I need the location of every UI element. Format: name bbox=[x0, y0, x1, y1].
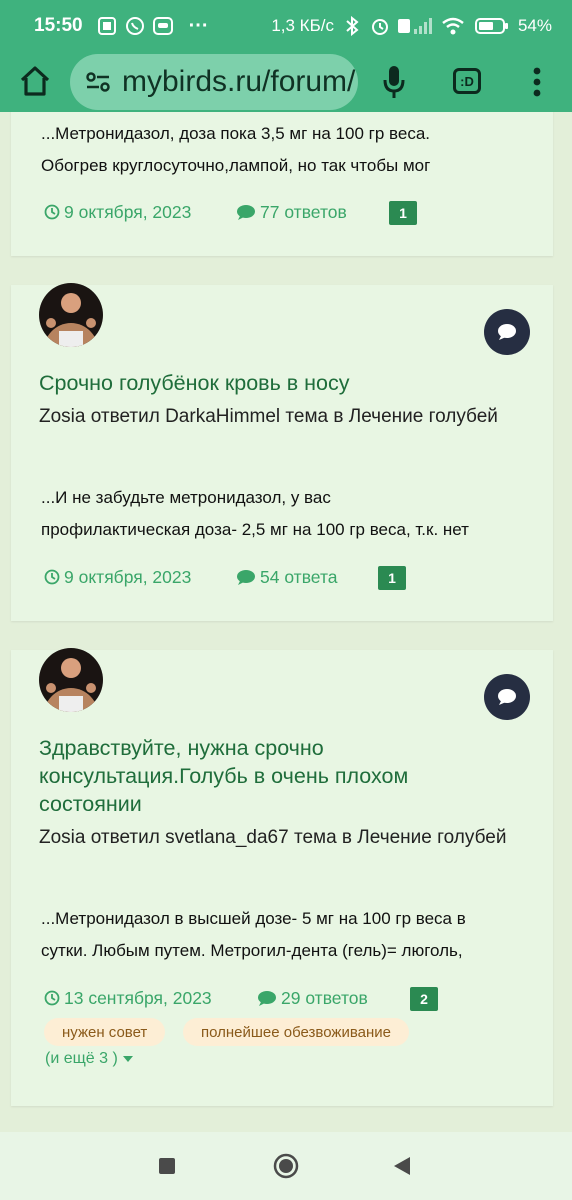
post-replies-text: 54 ответа bbox=[260, 566, 338, 587]
viber-icon bbox=[125, 16, 145, 36]
nav-back-icon bbox=[394, 1157, 410, 1175]
gallery-notification-icon bbox=[97, 16, 117, 36]
post-date[interactable]: 9 октября, 2023 bbox=[44, 199, 191, 225]
system-nav-bar bbox=[0, 1132, 572, 1200]
recents-button[interactable] bbox=[147, 1148, 187, 1184]
post-replies[interactable]: 77 ответов bbox=[236, 199, 347, 225]
chat-bubble-icon bbox=[498, 689, 516, 705]
status-bar: 15:50 ··· 1,3 КБ/с 54% bbox=[0, 0, 572, 52]
battery-percent: 54% bbox=[517, 16, 552, 35]
post-title[interactable]: Здравствуйте, нужна срочно консультация.… bbox=[39, 734, 479, 818]
menu-dots-icon bbox=[533, 67, 541, 97]
post-title[interactable]: Срочно голубёнок кровь в носу bbox=[39, 369, 479, 397]
new-post-badge bbox=[484, 674, 530, 720]
voice-search-button[interactable] bbox=[374, 60, 414, 104]
post-card: ...Метронидазол, доза пока 3,5 мг на 100… bbox=[11, 112, 553, 256]
clock-icon bbox=[44, 569, 60, 585]
more-tags-link[interactable]: (и ещё 3 ) bbox=[45, 1050, 134, 1068]
post-replies[interactable]: 29 ответов bbox=[257, 985, 368, 1011]
clock-icon bbox=[44, 204, 60, 220]
status-time: 15:50 bbox=[34, 15, 83, 36]
alarm-icon bbox=[370, 16, 390, 36]
line-app-icon bbox=[152, 16, 173, 36]
post-date[interactable]: 9 октября, 2023 bbox=[44, 564, 191, 590]
nav-square-icon bbox=[159, 1158, 175, 1174]
site-settings-icon[interactable] bbox=[82, 66, 114, 98]
network-speed: 1,3 КБ/с bbox=[271, 16, 334, 35]
post-snippet-line: ...Метронидазол, доза пока 3,5 мг на 100… bbox=[41, 124, 430, 143]
post-card: Здравствуйте, нужна срочно консультация.… bbox=[11, 648, 553, 1106]
more-notifications-icon: ··· bbox=[188, 14, 209, 37]
browser-toolbar: mybirds.ru/forum/ :D bbox=[0, 52, 572, 112]
comment-icon bbox=[257, 990, 277, 1007]
page-content: ...Метронидазол, доза пока 3,5 мг на 100… bbox=[0, 112, 572, 1132]
address-bar[interactable]: mybirds.ru/forum/ bbox=[70, 54, 358, 110]
home-button[interactable] bbox=[12, 58, 58, 104]
post-meta: Zosia ответил svetlana_da67 тема в Лечен… bbox=[39, 827, 507, 848]
nav-circle-icon bbox=[273, 1153, 299, 1179]
wifi-icon bbox=[440, 16, 466, 36]
back-button[interactable] bbox=[382, 1148, 422, 1184]
tag-dehydration[interactable]: полнейшее обезвоживание bbox=[183, 1018, 409, 1046]
clock-icon bbox=[44, 990, 60, 1006]
browser-menu-button[interactable] bbox=[522, 62, 552, 102]
caret-down-icon bbox=[122, 1056, 133, 1062]
post-card: Срочно голубёнок кровь в носу Zosia отве… bbox=[11, 283, 553, 621]
avatar[interactable] bbox=[39, 283, 103, 347]
mic-icon bbox=[383, 66, 405, 98]
home-nav-button[interactable] bbox=[266, 1148, 306, 1184]
page-count-badge[interactable]: 1 bbox=[378, 566, 406, 590]
bluetooth-icon bbox=[342, 16, 362, 36]
post-date-text: 9 октября, 2023 bbox=[64, 201, 192, 222]
post-replies-text: 29 ответов bbox=[281, 987, 368, 1008]
comment-icon bbox=[236, 204, 256, 221]
post-snippet-line: сутки. Любым путем. Метрогил-дента (гель… bbox=[41, 941, 463, 960]
post-meta: Zosia ответил DarkaHimmel тема в Лечение… bbox=[39, 406, 498, 427]
chat-bubble-icon bbox=[498, 324, 516, 340]
post-date[interactable]: 13 сентября, 2023 bbox=[44, 985, 212, 1011]
comment-icon bbox=[236, 569, 256, 586]
post-snippet-line: профилактическая доза- 2,5 мг на 100 гр … bbox=[41, 520, 469, 539]
page-count-badge[interactable]: 1 bbox=[389, 201, 417, 225]
post-date-text: 13 сентября, 2023 bbox=[64, 987, 212, 1008]
volte-signal-icon bbox=[397, 16, 432, 36]
more-tags-text: (и ещё 3 ) bbox=[45, 1050, 118, 1067]
url-text: mybirds.ru/forum/ bbox=[122, 65, 356, 98]
extension-icon: :D bbox=[453, 68, 481, 94]
post-replies[interactable]: 54 ответа bbox=[236, 564, 338, 590]
page-count-badge[interactable]: 2 bbox=[410, 987, 438, 1011]
post-replies-text: 77 ответов bbox=[260, 201, 347, 222]
tag-need-advice[interactable]: нужен совет bbox=[44, 1018, 166, 1046]
home-icon bbox=[20, 66, 50, 96]
extension-button[interactable]: :D bbox=[448, 62, 486, 100]
battery-icon bbox=[474, 16, 510, 36]
new-post-badge bbox=[484, 309, 530, 355]
post-snippet-line: ...И не забудьте метронидазол, у вас bbox=[41, 488, 331, 507]
avatar[interactable] bbox=[39, 648, 103, 712]
post-date-text: 9 октября, 2023 bbox=[64, 566, 192, 587]
post-snippet-line: ...Метронидазол в высшей дозе- 5 мг на 1… bbox=[41, 909, 466, 928]
post-snippet-line: Обогрев круглосуточно,лампой, но так что… bbox=[41, 156, 431, 175]
